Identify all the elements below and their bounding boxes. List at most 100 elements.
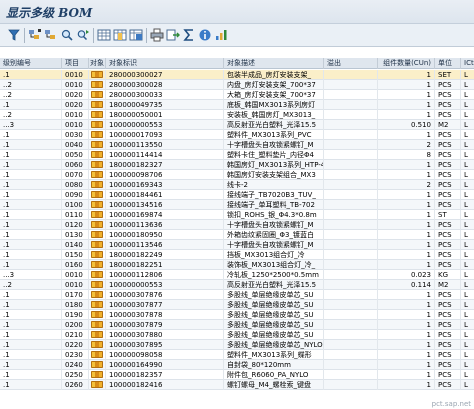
table-row[interactable]: .1 0190 100000307878 多股线_单层绝缘皮单芯_SU 1 PCS L (0, 310, 474, 320)
save-layout-icon[interactable] (129, 28, 143, 42)
table-row[interactable]: ..2 0010 180000050001 安装板_韩国房灯_MX3013_ 1 PCS L (0, 110, 474, 120)
table-row[interactable]: ...3 0010 100000112806 冷轧板_1250*2500*0.5mm 0… (0, 270, 474, 280)
material-icon (91, 201, 103, 208)
table-row[interactable]: ..2 0010 280000300028 内盘_房灯安装支架_700*37 1 PCS L (0, 80, 474, 90)
table-row[interactable]: .1 0240 100000164990 自封袋_80*120mm 1 PCS L (0, 360, 474, 370)
unit-cell: SET (435, 70, 461, 80)
page-title: 显示多级 BOM (6, 6, 93, 20)
quantity-cell: 1 (378, 100, 435, 110)
table-row[interactable]: .1 0100 100000134516 接线端子_单耳塑料_TB-702 1 PCS L (0, 200, 474, 210)
overflow-cell (324, 260, 378, 270)
table-row[interactable]: .1 0120 100000113636 十字槽盘头自攻锁紧螺钉_M 1 PCS L (0, 220, 474, 230)
unit-cell: PCS (435, 150, 461, 160)
table-row[interactable]: .1 0050 100000114414 塑料卡住_塑料垫片_内径Φ4 8 PCS L (0, 150, 474, 160)
column-header-level[interactable]: 级别编号 (0, 58, 62, 69)
column-header-description[interactable]: 对象描述 (224, 58, 324, 69)
table-row[interactable]: .1 0020 180000049735 底板_韩国MX3013系列房灯 1 PCS L (0, 100, 474, 110)
quantity-cell: 1 (378, 200, 435, 210)
material-icon (91, 161, 103, 168)
table-row[interactable]: .1 0250 100000182357 附件包_R6060_PA_NYLO 1 PCS L (0, 370, 474, 380)
column-header-quantity[interactable]: 组件数量(CUn) (378, 58, 435, 69)
item-cell: 0240 (62, 360, 89, 370)
table-row[interactable]: .1 0160 180000182251 装饰板_MX3013组合灯_冷_ 1 PCS L (0, 260, 474, 270)
overflow-cell (324, 340, 378, 350)
table-row[interactable]: .1 0180 100000307877 多股线_单层绝缘皮单芯_SU 1 PCS L (0, 300, 474, 310)
table-row[interactable]: .1 0010 280000300027 包装半成品_房灯安装支架_ 1 SET L (0, 70, 474, 80)
object-type-cell (89, 110, 106, 120)
object-id-cell: 280000300028 (106, 80, 224, 90)
quantity-cell: 1 (378, 70, 435, 80)
item-cell: 0250 (62, 370, 89, 380)
table-row[interactable]: .1 0030 100000017093 塑料件_MX3013系列_PVC 1 PCS L (0, 130, 474, 140)
unit-cell: PCS (435, 190, 461, 200)
table-row[interactable]: .1 0260 100000182416 螺钉螺母_M4_螺栓索_键盘 1 PCS L (0, 380, 474, 390)
object-type-cell (89, 230, 106, 240)
description-cell: 外箱齿纹紧固圈_Φ3_镀蓝白 (224, 230, 324, 240)
table-row[interactable]: .1 0150 180000182249 挡板_MX3013组合灯_冷 1 PCS L (0, 250, 474, 260)
level-cell: .1 (0, 210, 62, 220)
sum-icon[interactable] (182, 28, 196, 42)
table-row[interactable]: .1 0060 180000182327 韩国房灯_MX3013系列_HTP-4 1 PC… (0, 160, 474, 170)
level-cell: .1 (0, 250, 62, 260)
overflow-cell (324, 300, 378, 310)
table-row[interactable]: .1 0130 100000180950 外箱齿纹紧固圈_Φ3_镀蓝白 1 PCS L (0, 230, 474, 240)
material-icon (91, 131, 103, 138)
print-icon[interactable] (150, 28, 164, 42)
item-cell: 0140 (62, 240, 89, 250)
table-header: 级别编号 项目 对象 对象标识 对象描述 溢出 组件数量(CUn) 单位 ICt (0, 58, 474, 69)
level-cell: .1 (0, 240, 62, 250)
level-cell: ...3 (0, 270, 62, 280)
quantity-cell: 1 (378, 360, 435, 370)
table-row[interactable]: .1 0040 100000113550 十字槽盘头自攻锁紧螺钉_M 2 PCS L (0, 140, 474, 150)
column-header-object[interactable]: 对象 (89, 58, 106, 69)
object-id-cell: 100000307879 (106, 320, 224, 330)
description-cell: 自封袋_80*120mm (224, 360, 324, 370)
table-row[interactable]: .1 0140 100000113546 十字槽盘头自攻锁紧螺钉_M 1 PCS L (0, 240, 474, 250)
object-type-cell (89, 310, 106, 320)
table-row[interactable]: .1 0070 100000098706 韩国房灯安装支架组合_MX3 1 PCS L (0, 170, 474, 180)
material-icon (91, 331, 103, 338)
table-row[interactable]: .1 0080 100000169343 线卡-2 2 PCS L (0, 180, 474, 190)
quantity-cell: 1 (378, 240, 435, 250)
table-row[interactable]: ..2 0020 280000300033 大箱_房灯安装支架_700*37 1 PCS L (0, 90, 474, 100)
table-row[interactable]: .1 0200 100000307879 多股线_单层绝缘皮单芯_SU 1 PCS L (0, 320, 474, 330)
object-id-cell: 100000307880 (106, 330, 224, 340)
find-next-icon[interactable] (76, 28, 90, 42)
item-cell: 0120 (62, 220, 89, 230)
table-row[interactable]: .1 0090 100000184461 接线端子_TB7020B3_TUV_ 1 PCS… (0, 190, 474, 200)
change-layout-icon[interactable] (113, 28, 127, 42)
object-type-cell (89, 200, 106, 210)
ict-cell: L (464, 91, 468, 99)
table-row[interactable]: .1 0210 100000307880 多股线_单层绝缘皮单芯_SU 1 PCS L (0, 330, 474, 340)
level-cell: .1 (0, 300, 62, 310)
column-header-object-id[interactable]: 对象标识 (106, 58, 224, 69)
table-row[interactable]: .1 0230 100000098058 塑料件_MX3013系列_蝶形 1 PCS L (0, 350, 474, 360)
quantity-cell: 1 (378, 230, 435, 240)
table-row[interactable]: .1 0220 100000307895 多股线_单层绝缘皮单芯_NYLO 1 PCS L (0, 340, 474, 350)
table-row[interactable]: .1 0170 100000307876 多股线_单层绝缘皮单芯_SU 1 PCS L (0, 290, 474, 300)
toolbar-separator (93, 28, 94, 43)
item-cell: 0200 (62, 320, 89, 330)
graphic-icon[interactable] (214, 28, 228, 42)
table-row[interactable]: ...3 0010 100000000553 高反射亚光白塑料_光泽15.5 0.510… (0, 120, 474, 130)
choose-layout-icon[interactable] (97, 28, 111, 42)
column-header-item[interactable]: 项目 (62, 58, 89, 69)
object-type-cell (89, 360, 106, 370)
ict-cell: L (464, 321, 468, 329)
export-icon[interactable] (166, 28, 180, 42)
quantity-cell: 1 (378, 110, 435, 120)
column-header-overflow[interactable]: 溢出 (324, 58, 378, 69)
table-row[interactable]: ..2 0010 100000000553 高反射亚光白塑料_光泽15.5 0.114 M… (0, 280, 474, 290)
column-header-ict[interactable]: ICt (461, 58, 474, 69)
details-icon[interactable] (198, 28, 212, 42)
collapse-icon[interactable] (44, 28, 58, 42)
filter-icon[interactable] (7, 28, 21, 42)
find-icon[interactable] (60, 28, 74, 42)
object-id-cell: 100000169343 (106, 180, 224, 190)
expand-icon[interactable] (28, 28, 42, 42)
ict-cell: L (464, 271, 468, 279)
table-row[interactable]: .1 0110 100000169874 锁扣_ROHS_银_Φ4.3*0.8m 1 ST… (0, 210, 474, 220)
object-type-cell (89, 370, 106, 380)
item-cell: 0150 (62, 250, 89, 260)
column-header-unit[interactable]: 单位 (435, 58, 461, 69)
